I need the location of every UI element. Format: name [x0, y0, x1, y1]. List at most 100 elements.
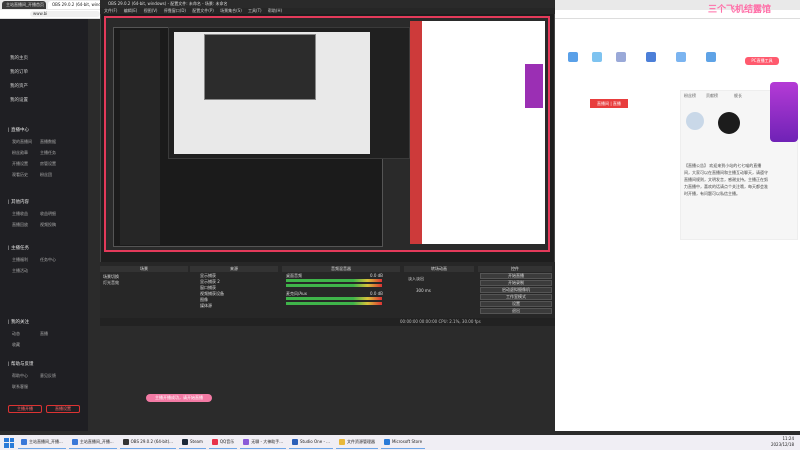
browser-icon — [71, 439, 78, 445]
pc-live-tool-button[interactable]: PC直播工具 — [745, 57, 779, 65]
mixer-dock-head: 音频混音器 — [282, 266, 400, 272]
taskbar-item[interactable]: Microsoft Store — [380, 437, 426, 449]
windows-start-icon[interactable] — [4, 437, 14, 448]
shield-icon[interactable] — [646, 52, 656, 62]
sidebar-link[interactable]: 收藏 — [12, 342, 20, 348]
user-icon[interactable] — [706, 52, 716, 62]
clock-date: 2023/12/18 — [770, 442, 794, 447]
studio-one-icon — [292, 439, 299, 445]
watermark-logo: 三个飞机结露馆 — [708, 5, 772, 15]
source-item[interactable]: 媒体源 — [200, 303, 212, 309]
store-icon — [383, 439, 390, 445]
sidebar-link[interactable]: 直播回放 — [12, 222, 28, 228]
exit-button[interactable]: 退出 — [480, 308, 552, 314]
sidebar-link[interactable]: 联系客服 — [12, 384, 28, 390]
menu-file[interactable]: 文件(F) — [104, 8, 117, 13]
mixer-channel-db: 0.0 dB — [370, 273, 383, 278]
preview-inner-panel — [120, 30, 160, 245]
sidebar-link[interactable]: 直播数据 — [40, 139, 56, 145]
sidebar-item-home[interactable]: 我的主页 — [10, 55, 28, 61]
settings-button[interactable]: 设置 — [480, 301, 552, 307]
taskbar: 主站直播间_开播... 主站直播间_开播... OBS 29.0.2 (64-b… — [0, 435, 800, 450]
tab-contrib[interactable]: 贡献榜 — [706, 93, 718, 99]
url-input[interactable]: www.bi — [30, 11, 100, 17]
sidebar-link[interactable]: 房管设置 — [40, 161, 56, 167]
taskbar-clock[interactable]: 11:24 2023/12/18 — [771, 436, 794, 448]
transitions-dock-head: 转场动画 — [404, 266, 474, 272]
obs-icon — [122, 439, 129, 445]
sidebar-link[interactable]: 主播收益 — [12, 211, 28, 217]
avatar[interactable] — [686, 112, 704, 130]
tab-captain[interactable]: 舰长 — [734, 93, 742, 99]
transition-type[interactable]: 淡入淡出 — [408, 276, 424, 282]
sidebar-link[interactable]: 直播 — [40, 331, 48, 337]
sidebar-link[interactable]: 收益明细 — [40, 211, 56, 217]
sidebar-item-settings[interactable]: 我的设置 — [10, 97, 28, 103]
steam-icon — [181, 439, 188, 445]
video-icon[interactable] — [592, 52, 602, 62]
preview-browser-accent — [410, 21, 422, 244]
obs-titlebar: OBS 29.0.2 (64-bit, windows) - 配置文件: 未命名… — [100, 0, 555, 8]
menu-tools[interactable]: 工具(T) — [248, 8, 262, 13]
obs-menubar: 文件(F) 编辑(E) 视图(V) 停靠窗口(D) 配置文件(P) 场景集合(S… — [100, 8, 555, 14]
sidebar-link[interactable]: 帮助中心 — [12, 373, 28, 379]
sidebar-link[interactable]: 主播福利 — [12, 257, 28, 263]
promo-card[interactable] — [770, 82, 798, 142]
sidebar-link[interactable]: 主播活动 — [12, 268, 28, 274]
sidebar-item-assets[interactable]: 我的资产 — [10, 83, 28, 89]
scene-item[interactable]: 灯光音效 — [103, 280, 119, 286]
sidebar-link[interactable]: 粉丝团 — [40, 172, 52, 178]
sidebar-item-orders[interactable]: 我的订单 — [10, 69, 28, 75]
virtual-camera-button[interactable]: 启动虚拟摄像机 — [480, 287, 552, 293]
sidebar-section-head: | 其他内容 — [8, 200, 29, 205]
controls-dock-head: 控件 — [478, 266, 552, 272]
sidebar-link[interactable]: 粉丝勋章 — [12, 150, 28, 156]
menu-profile[interactable]: 配置文件(P) — [192, 8, 214, 13]
sidebar-link[interactable]: 任务中心 — [40, 257, 56, 263]
mixer-meter — [286, 297, 382, 300]
live-icon[interactable] — [568, 52, 578, 62]
taskbar-item[interactable]: 无聊 - 大神助手... — [240, 437, 287, 449]
browser-tab-obs[interactable]: OBS 29.0.2 (64-bit, windows) — [48, 1, 104, 9]
mixer-meter — [286, 279, 382, 282]
gift-icon[interactable] — [616, 52, 626, 62]
menu-edit[interactable]: 编辑(E) — [124, 8, 138, 13]
start-streaming-button[interactable]: 开始直播 — [480, 273, 552, 279]
menu-view[interactable]: 视图(V) — [144, 8, 158, 13]
menu-scene-collection[interactable]: 场景集合(S) — [220, 8, 242, 13]
sidebar-link[interactable]: 动态 — [12, 331, 20, 337]
tab-fans[interactable]: 粉丝榜 — [684, 93, 696, 99]
taskbar-item[interactable]: 主站直播间_开播... — [18, 437, 66, 449]
sidebar-link[interactable]: 视频投稿 — [40, 222, 56, 228]
taskbar-item[interactable]: 文件资源管理器 — [335, 437, 378, 449]
site-sidebar: 我的主页 我的订单 我的资产 我的设置 | 直播中心 我的直播间 直播数据 粉丝… — [0, 19, 88, 431]
preview-purple-tag — [525, 64, 543, 108]
sidebar-link[interactable]: 观看历史 — [12, 172, 28, 178]
avatar[interactable] — [718, 112, 740, 134]
taskbar-item[interactable]: QQ音乐 — [208, 437, 238, 449]
chart-icon[interactable] — [676, 52, 686, 62]
stream-settings-button[interactable]: 直播设置 — [46, 405, 80, 413]
toast-message: 主播开播成功，请开始直播 — [146, 394, 212, 402]
menu-help[interactable]: 帮助(H) — [268, 8, 282, 13]
mixer-channel-db: 0.0 dB — [370, 291, 383, 296]
menu-docks[interactable]: 停靠窗口(D) — [164, 8, 186, 13]
start-stream-button[interactable]: 主播开播 — [8, 405, 42, 413]
taskbar-item[interactable]: OBS 29.0.2 (64-bit)... — [119, 437, 176, 449]
sidebar-link[interactable]: 开播设置 — [12, 161, 28, 167]
sources-dock-head: 来源 — [190, 266, 278, 272]
app-icon — [243, 439, 250, 445]
transition-duration[interactable]: 300 ms — [416, 288, 431, 293]
start-recording-button[interactable]: 开始录制 — [480, 280, 552, 286]
sidebar-link[interactable]: 我的直播间 — [12, 139, 32, 145]
taskbar-item[interactable]: 主站直播间_开播... — [68, 437, 117, 449]
studio-mode-button[interactable]: 工作室模式 — [480, 294, 552, 300]
browser-tab-site[interactable]: 主站直播间_开播首页 — [2, 1, 46, 9]
sidebar-section-head: | 我的关注 — [8, 320, 29, 325]
sidebar-link[interactable]: 主播任务 — [40, 150, 56, 156]
preview-nested-window — [204, 34, 316, 100]
sidebar-link[interactable]: 意见反馈 — [40, 373, 56, 379]
taskbar-item[interactable]: Steam — [178, 437, 206, 449]
live-room-tag[interactable]: 直播间 | 直播 — [590, 99, 628, 108]
taskbar-item[interactable]: Studio One - ... — [289, 437, 333, 449]
